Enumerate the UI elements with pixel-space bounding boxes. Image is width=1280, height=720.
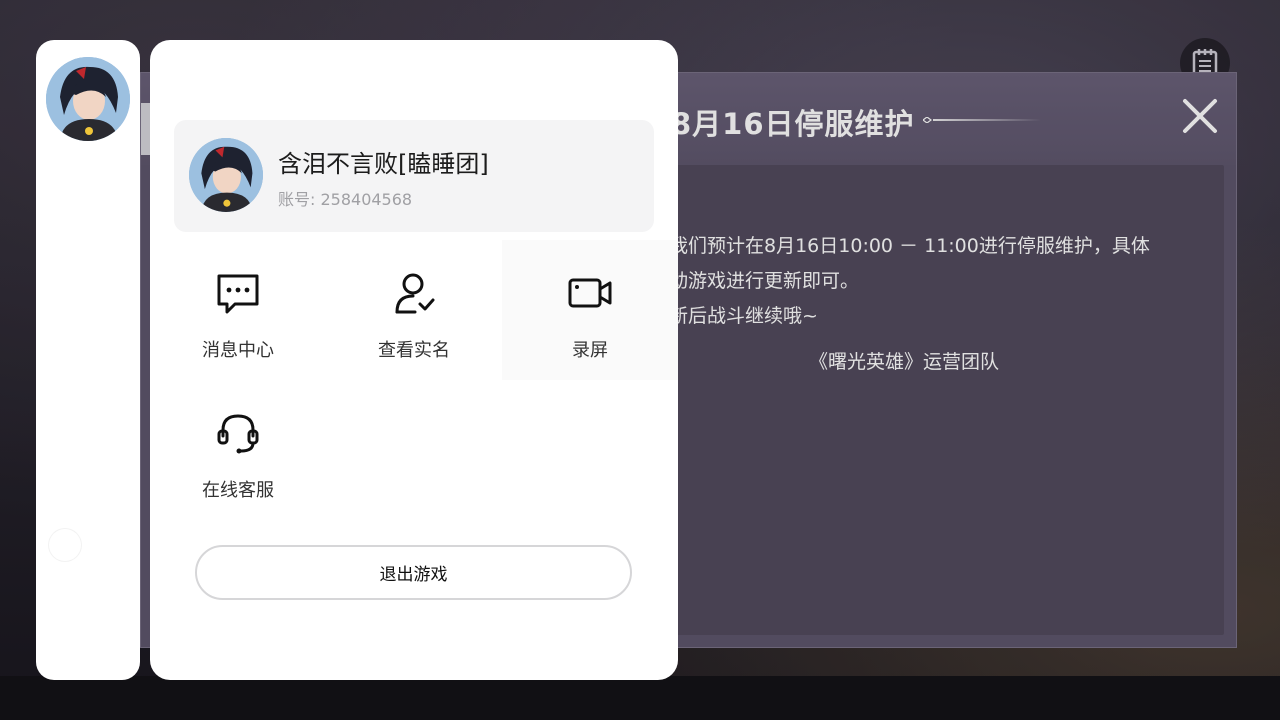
sidebar-collapse-handle[interactable] — [49, 529, 81, 561]
avatar[interactable] — [46, 57, 130, 141]
menu-item-screen-record[interactable]: 录屏 — [502, 240, 678, 380]
menu-item-online-support[interactable]: 在线客服 — [150, 380, 326, 520]
menu-item-view-real-name[interactable]: 查看实名 — [326, 240, 502, 380]
profile-name: 含泪不言败[瞌睡团] — [278, 150, 489, 178]
menu-item-label: 在线客服 — [202, 480, 274, 501]
avatar — [189, 138, 263, 212]
chat-bubble-icon — [215, 270, 261, 316]
menu-item-label: 消息中心 — [202, 340, 274, 361]
profile-account: 账号: 258404568 — [278, 190, 413, 209]
headset-icon — [215, 410, 261, 456]
profile-card[interactable]: 含泪不言败[瞌睡团] 账号: 258404568 — [174, 120, 654, 232]
menu-item-label: 查看实名 — [378, 340, 450, 361]
sidebar — [36, 40, 140, 680]
account-panel: 含泪不言败[瞌睡团] 账号: 258404568 消息中心 查看实名 录屏 在线… — [150, 40, 678, 680]
menu-item-label: 录屏 — [572, 340, 608, 361]
menu-item-message-center[interactable]: 消息中心 — [150, 240, 326, 380]
video-camera-icon — [567, 270, 613, 316]
user-check-icon — [391, 270, 437, 316]
exit-game-button[interactable]: 退出游戏 — [195, 545, 632, 600]
